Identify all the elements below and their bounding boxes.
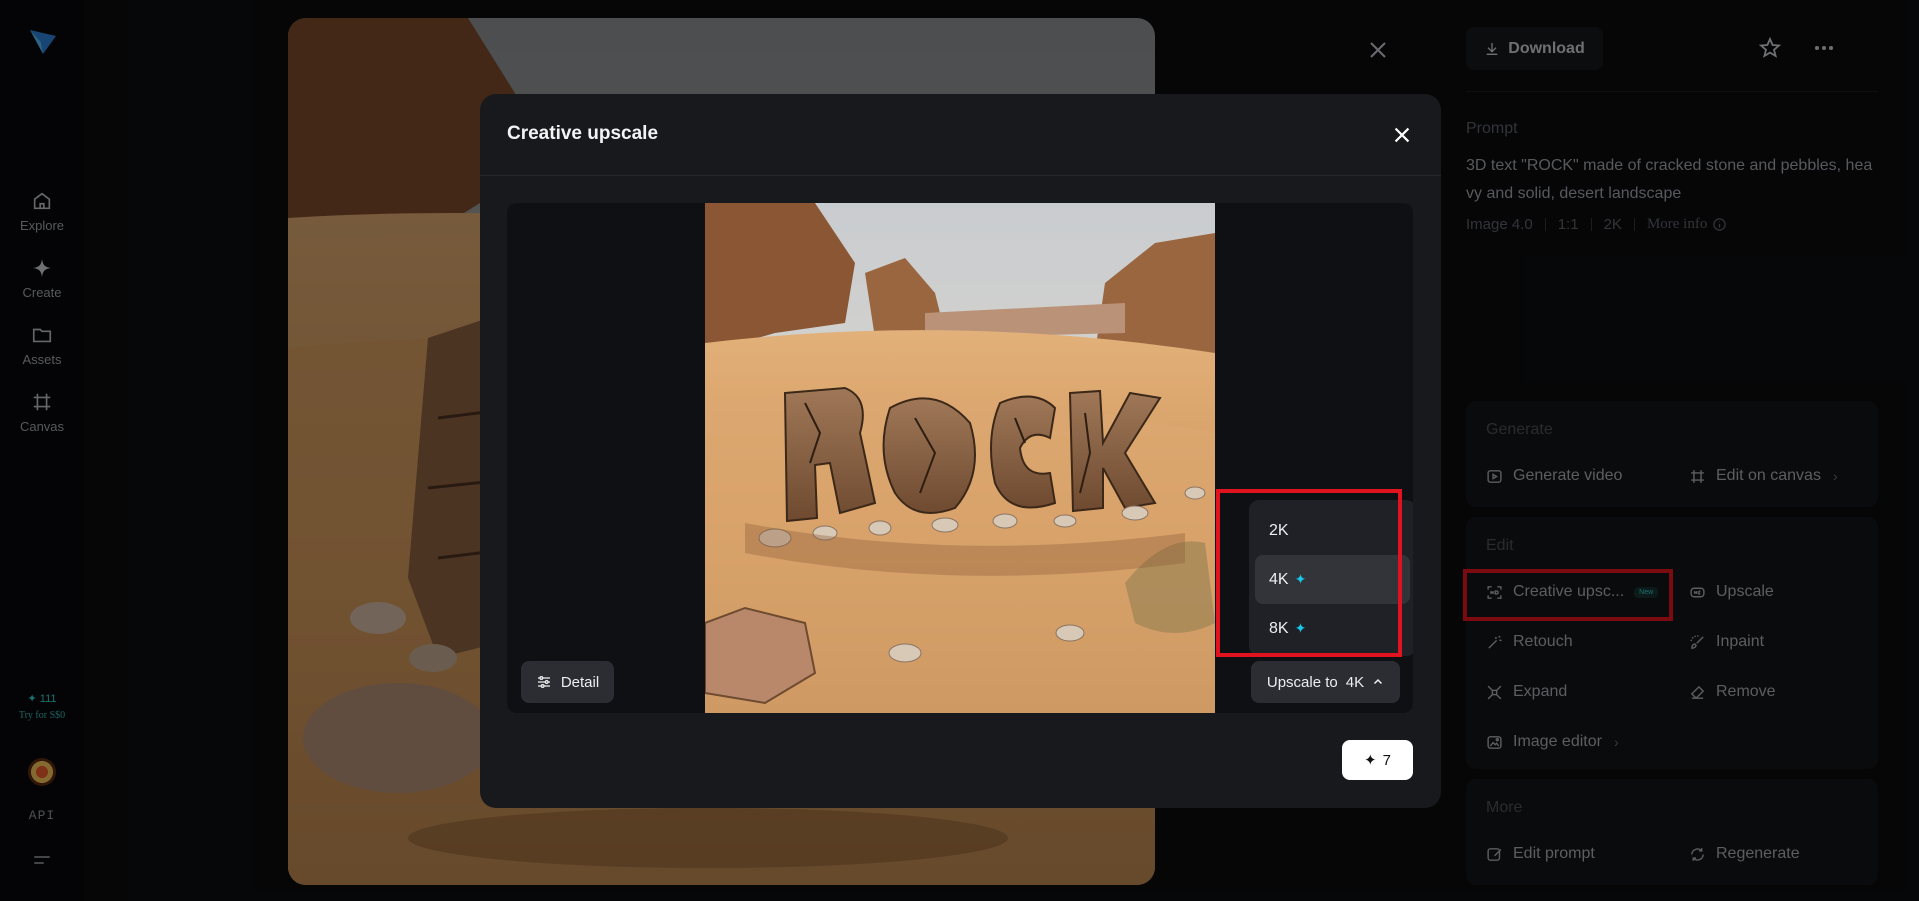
chevron-up-icon [1374,678,1383,685]
option-4k[interactable]: 4K ✦ [1255,555,1410,604]
option-8k[interactable]: 8K ✦ [1255,604,1410,653]
preview-image [705,203,1215,713]
upscale-value: 4K [1345,673,1365,691]
credit-icon: ✦ [1364,752,1377,769]
dialog-title: Creative upscale [507,123,659,144]
preview-stage: Detail Upscale to 4K 2K 4K ✦ 8K ✦ [507,203,1413,713]
resolution-dropdown: 2K 4K ✦ 8K ✦ [1249,500,1413,656]
upscale-to-select[interactable]: Upscale to 4K [1251,661,1400,703]
close-icon[interactable] [1391,124,1413,146]
premium-spark-icon: ✦ [1294,571,1307,587]
premium-spark-icon: ✦ [1294,620,1307,636]
generate-upscale-button[interactable]: ✦ 7 [1342,740,1413,780]
detail-button[interactable]: Detail [521,661,614,703]
upscale-prefix: Upscale to [1266,673,1338,691]
credit-cost: 7 [1382,751,1391,769]
app-root: Explore Create Assets Canvas ✦ 111 Try f… [0,0,1919,901]
sliders-icon [537,676,550,688]
detail-label: Detail [560,673,600,691]
option-2k[interactable]: 2K [1255,506,1410,555]
creative-upscale-dialog: Creative upscale Detail Upscale to 4K 2K… [480,94,1441,808]
dialog-divider [480,175,1441,176]
